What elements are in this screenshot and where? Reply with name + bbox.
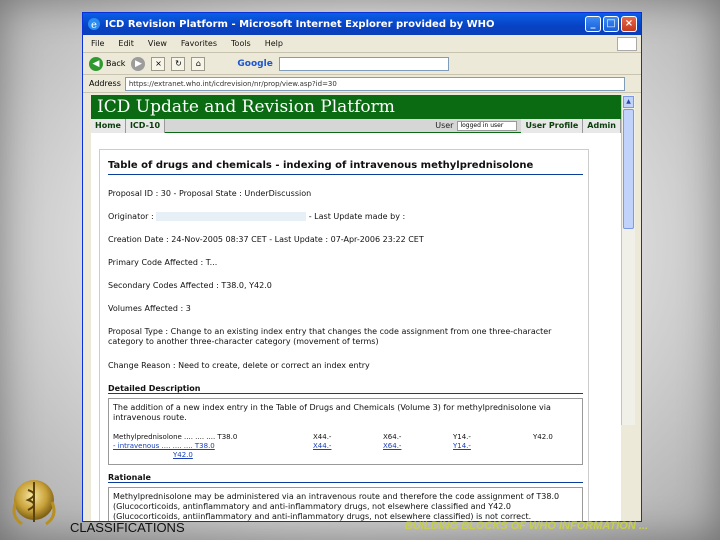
index-cell: X64.- (383, 442, 402, 450)
scroll-thumb[interactable] (623, 109, 634, 229)
index-cell: - intravenous .... .... .... T38.0 (113, 442, 215, 450)
index-cell: X64.- (383, 433, 402, 441)
primary-code: Primary Code Affected : T... (108, 258, 218, 267)
site-banner-title: ICD Update and Revision Platform (91, 95, 621, 119)
back-arrow-icon: ◀ (89, 56, 103, 71)
back-button[interactable]: ◀ Back (89, 56, 126, 71)
stop-icon[interactable]: × (151, 56, 166, 71)
footer-tagline: BUILDING BLOCKS OF WHO INFORMATION ... (405, 520, 648, 532)
menu-favorites[interactable]: Favorites (181, 39, 217, 48)
address-label: Address (89, 79, 121, 88)
index-cell: Y14.- (453, 442, 471, 450)
back-label: Back (106, 59, 126, 68)
detailed-description-heading: Detailed Description (108, 384, 583, 394)
secondary-codes: Secondary Codes Affected : T38.0, Y42.0 (108, 281, 272, 290)
google-toolbar-label: Google (237, 58, 273, 69)
nav-right: User logged in user User Profile Admin (431, 119, 621, 133)
page-content: ICD Update and Revision Platform Home IC… (91, 95, 621, 521)
index-cell: X44.- (313, 433, 332, 441)
close-button[interactable]: × (621, 16, 637, 32)
creation-date: Creation Date : 24-Nov-2005 08:37 CET - … (108, 235, 424, 244)
rationale-box: Methylprednisolone may be administered v… (108, 487, 583, 521)
maximize-button[interactable]: □ (603, 16, 619, 32)
proposal-document: Table of drugs and chemicals - indexing … (99, 149, 589, 521)
index-row-3[interactable]: Y42.0 (113, 451, 578, 460)
toolbar: ◀ Back ▶ × ↻ ⌂ Google (83, 53, 641, 75)
menu-bar: File Edit View Favorites Tools Help (83, 35, 641, 53)
user-value: logged in user (457, 121, 518, 131)
nav-admin[interactable]: Admin (583, 119, 621, 133)
who-emblem-icon (12, 480, 56, 526)
index-cell: X44.- (313, 442, 332, 450)
originator-value (156, 212, 307, 221)
menu-help[interactable]: Help (265, 39, 283, 48)
rationale-text: Methylprednisolone may be administered v… (113, 492, 560, 521)
index-cell: Y42.0 (533, 433, 553, 441)
volumes-affected: Volumes Affected : 3 (108, 304, 191, 313)
ie-window: e ICD Revision Platform - Microsoft Inte… (82, 12, 642, 522)
minimize-button[interactable]: _ (585, 16, 601, 32)
nav-icd10[interactable]: ICD-10 (125, 118, 166, 133)
originator-row: Originator : - Last Update made by : (108, 212, 580, 221)
nav-home[interactable]: Home (91, 118, 126, 133)
windows-logo-icon (617, 37, 637, 51)
google-search-input[interactable] (278, 56, 449, 71)
rationale-heading: Rationale (108, 473, 583, 483)
refresh-icon[interactable]: ↻ (171, 56, 186, 71)
menu-view[interactable]: View (148, 39, 167, 48)
menu-tools[interactable]: Tools (231, 39, 251, 48)
svg-text:e: e (91, 20, 97, 31)
footer-classifications: CLASSIFICATIONS (70, 520, 185, 535)
nav-user-profile[interactable]: User Profile (521, 119, 584, 133)
index-row-1: Methylprednisolone .... .... .... T38.0 … (113, 433, 578, 442)
site-nav: Home ICD-10 User logged in user User Pro… (91, 118, 621, 133)
scroll-up-icon[interactable]: ▲ (623, 96, 634, 108)
window-title: ICD Revision Platform - Microsoft Intern… (105, 18, 495, 30)
address-input[interactable]: https://extranet.who.int/icdrevision/nr/… (124, 76, 625, 91)
window-titlebar[interactable]: e ICD Revision Platform - Microsoft Inte… (83, 13, 641, 35)
proposal-type: Proposal Type : Change to an existing in… (108, 327, 552, 346)
last-update-label: - Last Update made by : (308, 212, 406, 221)
menu-file[interactable]: File (91, 39, 104, 48)
address-bar: Address https://extranet.who.int/icdrevi… (83, 75, 641, 93)
index-cell: Methylprednisolone .... .... .... T38.0 (113, 433, 238, 441)
change-reason: Change Reason : Need to create, delete o… (108, 361, 370, 370)
originator-label: Originator : (108, 212, 154, 221)
index-cell: Y14.- (453, 433, 471, 441)
page-scrollbar[interactable]: ▲ (621, 95, 635, 425)
index-cell: Y42.0 (173, 451, 193, 459)
menu-edit[interactable]: Edit (118, 39, 134, 48)
ie-logo-icon: e (88, 18, 100, 31)
proposal-id: Proposal ID : 30 - Proposal State : Unde… (108, 189, 312, 198)
user-label: User (435, 121, 454, 130)
forward-button[interactable]: ▶ (131, 56, 146, 71)
detailed-description-text: The addition of a new index entry in the… (113, 403, 551, 422)
home-icon[interactable]: ⌂ (191, 56, 206, 71)
proposal-title: Table of drugs and chemicals - indexing … (108, 160, 583, 175)
index-row-2[interactable]: - intravenous .... .... .... T38.0 X44.-… (113, 442, 578, 451)
detailed-description-box: The addition of a new index entry in the… (108, 398, 583, 465)
